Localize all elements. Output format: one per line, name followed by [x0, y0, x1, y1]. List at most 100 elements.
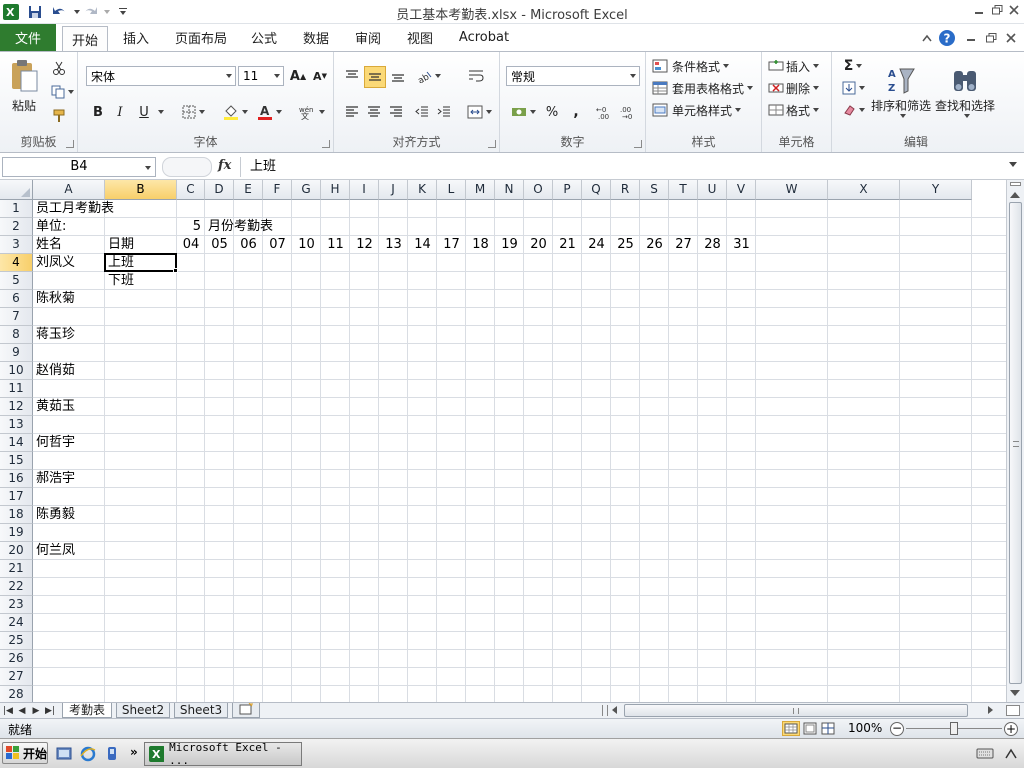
cell-q3[interactable]: 24 — [582, 236, 611, 254]
decrease-decimal-icon[interactable]: .00 →0 — [618, 102, 640, 122]
column-header-v[interactable]: V — [727, 180, 756, 200]
column-header-u[interactable]: U — [698, 180, 727, 200]
close-icon[interactable] — [1005, 2, 1023, 18]
next-sheet-icon[interactable]: ▶ — [30, 704, 42, 717]
cell-c3[interactable]: 04 — [177, 236, 205, 254]
insert-sheet-icon[interactable] — [232, 702, 260, 718]
row-header-12[interactable]: 12 — [0, 398, 33, 416]
cell-p3[interactable]: 21 — [553, 236, 582, 254]
page-break-view-icon[interactable] — [820, 722, 836, 736]
align-top-icon[interactable] — [342, 66, 362, 86]
row-header-2[interactable]: 2 — [0, 218, 33, 236]
cell-l3[interactable]: 17 — [437, 236, 466, 254]
accounting-format-icon[interactable] — [508, 102, 538, 122]
column-header-i[interactable]: I — [350, 180, 379, 200]
align-center-icon[interactable] — [364, 102, 384, 122]
quicklaunch-overflow-icon[interactable]: » — [130, 745, 138, 759]
phonetic-icon[interactable]: wén 文 — [296, 102, 326, 122]
cell-a1[interactable]: 员工月考勤表 — [36, 200, 114, 218]
tab-insert[interactable]: 插入 — [116, 24, 156, 51]
column-header-d[interactable]: D — [205, 180, 234, 200]
tab-home[interactable]: 开始 — [62, 26, 108, 52]
tab-review[interactable]: 审阅 — [348, 24, 388, 51]
row-header-1[interactable]: 1 — [0, 200, 33, 218]
row-header-24[interactable]: 24 — [0, 614, 33, 632]
cell-a4[interactable]: 刘凤义 — [36, 254, 75, 272]
tray-overflow-icon[interactable] — [1004, 747, 1020, 761]
scroll-up-icon[interactable] — [1010, 192, 1020, 198]
row-header-26[interactable]: 26 — [0, 650, 33, 668]
column-header-m[interactable]: M — [466, 180, 495, 200]
zoom-out-icon[interactable]: − — [890, 722, 904, 736]
percent-button[interactable]: % — [542, 102, 562, 122]
row-header-14[interactable]: 14 — [0, 434, 33, 452]
merge-center-icon[interactable] — [464, 102, 494, 122]
italic-button[interactable]: I — [110, 102, 130, 122]
decrease-indent-icon[interactable] — [412, 102, 432, 122]
restore-icon[interactable] — [988, 2, 1006, 18]
tab-file[interactable]: 文件 — [0, 24, 56, 51]
normal-view-icon[interactable] — [782, 721, 800, 736]
cell-b3[interactable]: 日期 — [108, 236, 134, 254]
cut-icon[interactable] — [48, 58, 70, 78]
cell-t3[interactable]: 27 — [669, 236, 698, 254]
font-name-input[interactable]: 宋体 — [86, 66, 236, 86]
row-header-28[interactable]: 28 — [0, 686, 33, 702]
expand-formula-bar-icon[interactable] — [1009, 162, 1017, 167]
cell-a14[interactable]: 何哲宇 — [36, 434, 75, 452]
cell-s3[interactable]: 26 — [640, 236, 669, 254]
shrink-font-icon[interactable]: A ▼ — [310, 66, 330, 86]
row-header-20[interactable]: 20 — [0, 542, 33, 560]
taskbar-excel-button[interactable]: X Microsoft Excel - ... — [144, 741, 302, 767]
row-header-4[interactable]: 4 — [0, 254, 33, 272]
delete-cells-button[interactable]: 删除 — [768, 78, 830, 98]
split-box-icon[interactable] — [1010, 182, 1021, 186]
tab-data[interactable]: 数据 — [296, 24, 336, 51]
help-icon[interactable]: ? — [937, 28, 957, 48]
row-header-19[interactable]: 19 — [0, 524, 33, 542]
cell-b5[interactable]: 下班 — [108, 272, 134, 290]
prev-sheet-icon[interactable]: ◀ — [16, 704, 28, 717]
cell-m3[interactable]: 18 — [466, 236, 495, 254]
vertical-scrollbar[interactable] — [1006, 180, 1024, 702]
cell-a16[interactable]: 郝浩宇 — [36, 470, 75, 488]
scroll-left-icon[interactable] — [612, 706, 617, 714]
cell-j3[interactable]: 13 — [379, 236, 408, 254]
horizontal-scroll-thumb[interactable] — [624, 704, 968, 717]
bold-button[interactable]: B — [88, 102, 108, 122]
row-header-21[interactable]: 21 — [0, 560, 33, 578]
cell-a3[interactable]: 姓名 — [36, 236, 62, 254]
row-header-3[interactable]: 3 — [0, 236, 33, 254]
wrap-text-icon[interactable] — [466, 66, 486, 86]
internet-explorer-icon[interactable] — [80, 746, 96, 762]
row-header-7[interactable]: 7 — [0, 308, 33, 326]
row-header-5[interactable]: 5 — [0, 272, 33, 290]
cell-styles-button[interactable]: 单元格样式 — [652, 100, 760, 120]
horizontal-split-box-icon[interactable] — [1006, 705, 1020, 716]
copy-icon[interactable] — [48, 82, 76, 102]
column-header-q[interactable]: Q — [582, 180, 611, 200]
insert-cells-button[interactable]: 插入 — [768, 56, 830, 76]
align-bottom-icon[interactable] — [388, 66, 408, 86]
workbook-restore-icon[interactable] — [982, 30, 1000, 46]
column-header-h[interactable]: H — [321, 180, 350, 200]
column-header-x[interactable]: X — [828, 180, 900, 200]
first-sheet-icon[interactable]: |◀ — [2, 704, 14, 717]
cell-u3[interactable]: 28 — [698, 236, 727, 254]
formula-input[interactable]: 上班 — [240, 157, 1008, 177]
select-all-corner[interactable] — [0, 180, 33, 200]
clipboard-launcher-icon[interactable] — [66, 140, 74, 148]
clear-icon[interactable] — [838, 100, 868, 120]
column-header-w[interactable]: W — [756, 180, 828, 200]
workbook-minimize-icon[interactable] — [962, 30, 980, 46]
row-header-16[interactable]: 16 — [0, 470, 33, 488]
conditional-formatting-button[interactable]: 条件格式 — [652, 56, 760, 76]
column-header-o[interactable]: O — [524, 180, 553, 200]
cell-a6[interactable]: 陈秋菊 — [36, 290, 75, 308]
fill-handle[interactable] — [173, 268, 178, 273]
tab-acrobat[interactable]: Acrobat — [454, 24, 514, 51]
insert-function-button[interactable]: fx — [218, 158, 231, 173]
sheet-tab-attendance[interactable]: 考勤表 — [62, 703, 112, 718]
autosum-icon[interactable]: Σ — [838, 56, 868, 76]
vertical-scroll-thumb[interactable] — [1009, 202, 1022, 684]
